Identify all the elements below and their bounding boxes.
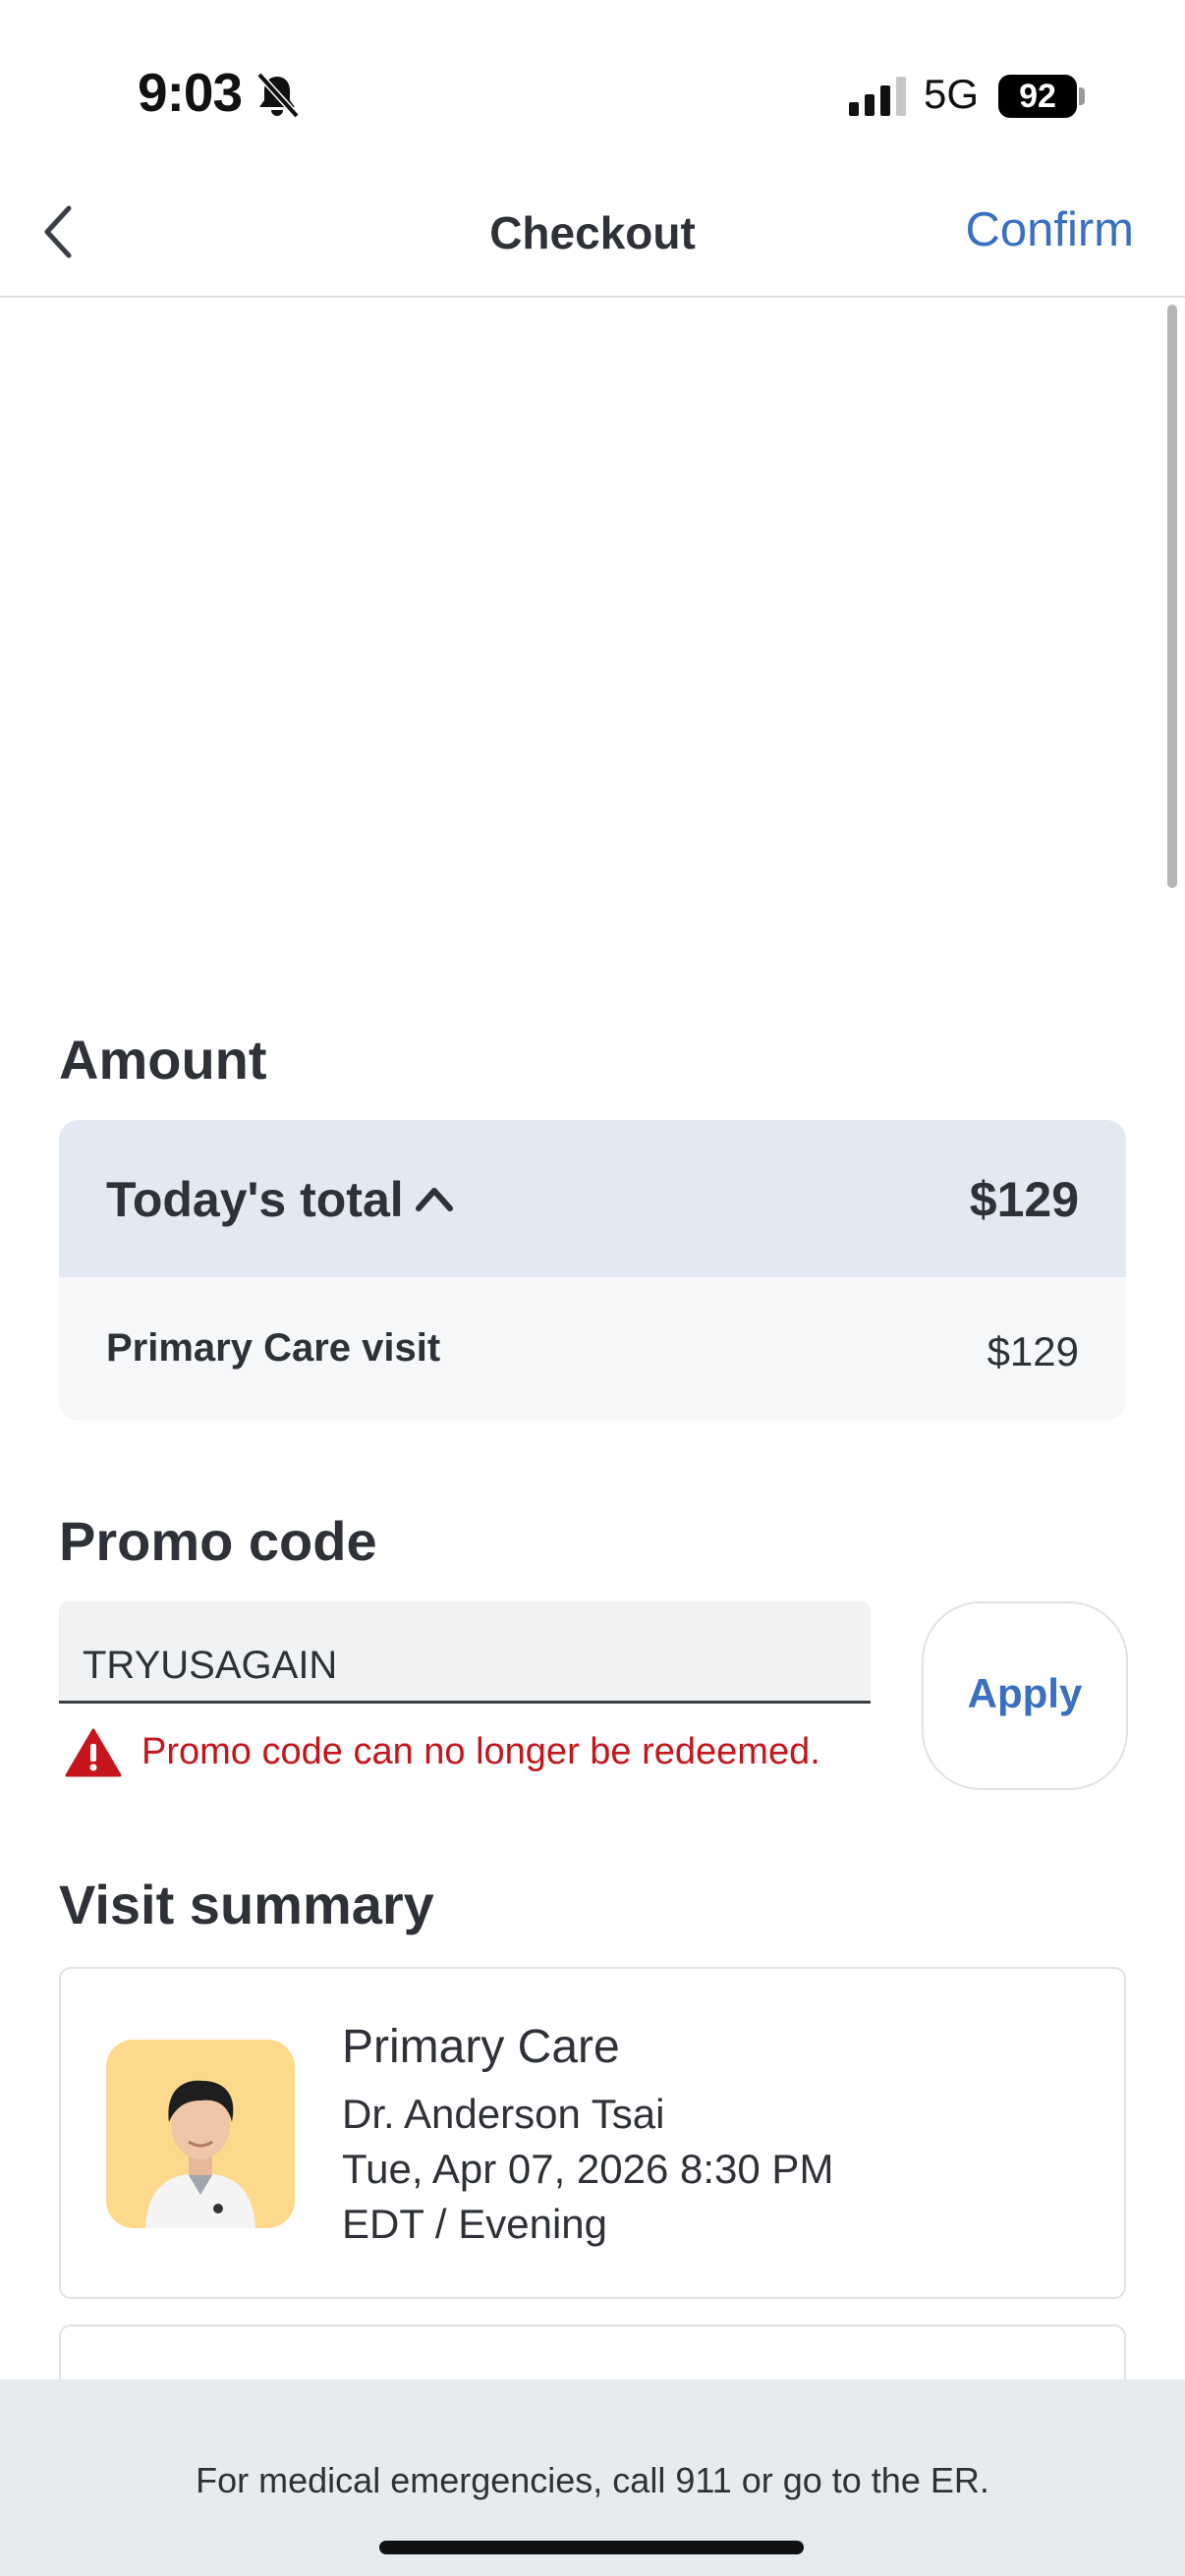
visit-card[interactable]: Primary Care Dr. Anderson Tsai Tue, Apr …	[59, 1967, 1126, 2299]
battery-icon: 92	[998, 75, 1077, 118]
network-type: 5G	[924, 71, 980, 117]
emergency-note: For medical emergencies, call 911 or go …	[196, 2460, 989, 2500]
status-time: 9:03	[138, 62, 243, 123]
emergency-footer: For medical emergencies, call 911 or go …	[0, 2380, 1185, 2576]
visit-timezone: EDT / Evening	[342, 2201, 608, 2247]
amount-heading: Amount	[59, 1029, 267, 1091]
scrollbar[interactable]	[1167, 305, 1177, 888]
bell-slash-icon	[256, 72, 300, 119]
total-label: Today's total	[106, 1172, 404, 1227]
battery-cap	[1079, 87, 1085, 105]
visit-datetime: Tue, Apr 07, 2026 8:30 PM	[342, 2146, 834, 2192]
nav-bar: Checkout Confirm	[0, 167, 1185, 298]
visit-summary-heading: Visit summary	[59, 1874, 434, 1935]
promo-code-input[interactable]	[59, 1601, 871, 1704]
cellular-signal-icon	[849, 77, 906, 116]
warning-icon	[65, 1728, 122, 1777]
doctor-avatar	[106, 2040, 295, 2228]
doctor-name: Dr. Anderson Tsai	[342, 2091, 665, 2137]
status-bar: 9:03 5G 92	[0, 0, 1185, 167]
line-item-label: Primary Care visit	[106, 1326, 441, 1370]
total-toggle[interactable]: Today's total $129	[59, 1120, 1126, 1277]
chevron-up-icon	[416, 1188, 453, 1211]
line-item-value: $129	[987, 1328, 1079, 1374]
promo-heading: Promo code	[59, 1510, 377, 1572]
apply-button[interactable]: Apply	[922, 1601, 1128, 1790]
amount-card: Today's total $129 Primary Care visit $1…	[59, 1120, 1126, 1421]
home-indicator[interactable]	[379, 2541, 804, 2554]
total-value: $129	[969, 1172, 1079, 1227]
promo-error-message: Promo code can no longer be redeemed.	[141, 1731, 820, 1772]
visit-type: Primary Care	[342, 2021, 620, 2073]
confirm-button[interactable]: Confirm	[965, 202, 1134, 257]
